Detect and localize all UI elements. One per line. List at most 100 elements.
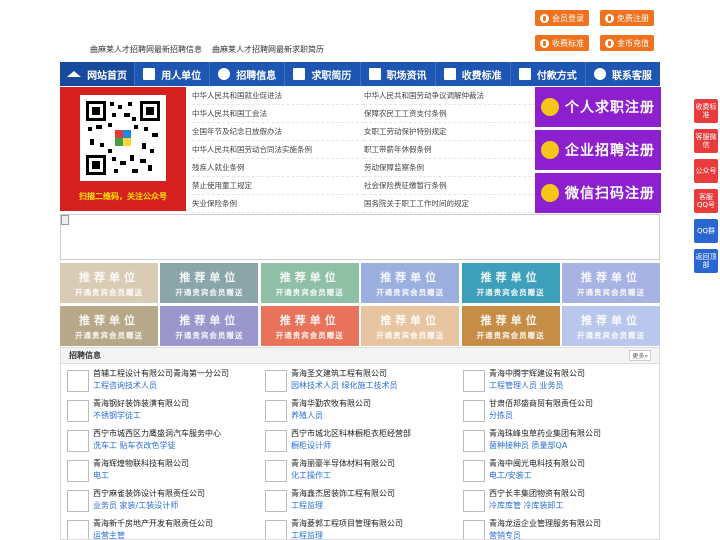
nav-employers[interactable]: 用人单位 [135, 62, 211, 86]
company-logo[interactable] [67, 370, 89, 392]
job-positions-link[interactable]: 工程监理 [291, 530, 461, 539]
company-name-link[interactable]: 青海丽豪半导体材料有限公司 [291, 458, 461, 470]
latest-jobs-link[interactable]: 曲麻莱人才招聘网最新招聘信息 [90, 44, 202, 55]
recommend-unit-tile[interactable]: 推荐单位 开通贵宾会员赠送 [260, 306, 359, 346]
company-name-link[interactable]: 青海中腾宇辉建设有限公司 [489, 368, 659, 380]
company-logo[interactable] [463, 520, 485, 539]
nav-payment[interactable]: 付款方式 [511, 62, 586, 86]
company-logo[interactable] [463, 460, 485, 482]
job-positions-link[interactable]: 工程管理人员 业务员 [489, 380, 659, 392]
company-name-link[interactable]: 甘肃佰邦盛商贸有限责任公司 [489, 398, 659, 410]
company-name-link[interactable]: 西宁市城西区力鹰盛洞汽车服务中心 [93, 428, 263, 440]
law-link[interactable]: 国务院关于职工工作时间的规定 [364, 195, 536, 213]
job-positions-link[interactable]: 分拣员 [489, 410, 659, 422]
side-bar-item[interactable]: 客服微信 [694, 129, 718, 153]
company-name-link[interactable]: 青海华勤农牧有限公司 [291, 398, 461, 410]
nav-jobs[interactable]: 招聘信息 [210, 62, 286, 86]
company-name-link[interactable]: 青海珠峰虫草药业集团有限公司 [489, 428, 659, 440]
recommend-unit-tile[interactable]: 推荐单位 开通贵宾会员赠送 [562, 263, 660, 303]
job-positions-link[interactable]: 工程咨询技术人员 [93, 380, 263, 392]
recommend-unit-tile[interactable]: 推荐单位 开通贵宾会员赠送 [160, 263, 259, 303]
side-bar-item[interactable]: QQ群 [694, 219, 718, 243]
company-logo[interactable] [463, 490, 485, 512]
job-positions-link[interactable]: 工程监理 [291, 500, 461, 512]
law-link[interactable]: 保障农民工工资支付条例 [364, 105, 536, 123]
nav-resumes[interactable]: 求职简历 [285, 62, 361, 86]
job-positions-link[interactable]: 电工/安装工 [489, 470, 659, 482]
ad-banner[interactable] [60, 214, 660, 260]
recommend-unit-tile[interactable]: 推荐单位 开通贵宾会员赠送 [60, 263, 158, 303]
company-logo[interactable] [265, 430, 287, 452]
job-positions-link[interactable]: 菌种接种员 质量部QA [489, 440, 659, 452]
company-logo[interactable] [463, 400, 485, 422]
side-bar-item[interactable]: 收费标准 [694, 99, 718, 123]
job-positions-link[interactable]: 业务员 家装/工装设计师 [93, 500, 263, 512]
recommend-unit-tile[interactable]: 推荐单位 开通贵宾会员赠送 [461, 306, 560, 346]
side-bar-item[interactable]: 公众号 [694, 159, 718, 183]
recommend-unit-tile[interactable]: 推荐单位 开通贵宾会员赠送 [361, 263, 460, 303]
company-logo[interactable] [67, 520, 89, 539]
company-name-link[interactable]: 青海龙运企业管理服务有限公司 [489, 518, 659, 530]
side-bar-item[interactable]: 返回顶部 [694, 249, 718, 273]
company-logo[interactable] [67, 430, 89, 452]
company-name-link[interactable]: 青海菱郭工程项目管理有限公司 [291, 518, 461, 530]
company-logo[interactable] [265, 460, 287, 482]
company-name-link[interactable]: 青海新千房地产开发有限责任公司 [93, 518, 263, 530]
company-logo[interactable] [265, 400, 287, 422]
side-bar-item[interactable]: 客服QQ号 [694, 189, 718, 213]
law-link[interactable]: 中华人民共和国劳动合同法实施条例 [192, 141, 364, 159]
law-link[interactable]: 禁止使用童工规定 [192, 177, 364, 195]
job-positions-link[interactable]: 化工操作工 [291, 470, 461, 482]
enterprise-register-button[interactable]: 企业招聘注册 [535, 130, 661, 170]
law-link[interactable]: 残疾人就业条例 [192, 159, 364, 177]
company-name-link[interactable]: 青海辉煌物联科技有限公司 [93, 458, 263, 470]
recommend-unit-tile[interactable]: 推荐单位 开通贵宾会员赠送 [60, 306, 158, 346]
recommend-unit-tile[interactable]: 推荐单位 开通贵宾会员赠送 [160, 306, 259, 346]
recommend-unit-tile[interactable]: 推荐单位 开通贵宾会员赠送 [461, 263, 560, 303]
job-positions-link[interactable]: 橱柜设计师 [291, 440, 461, 452]
company-logo[interactable] [463, 430, 485, 452]
wechat-register-button[interactable]: 微信扫码注册 [535, 173, 661, 213]
company-logo[interactable] [463, 370, 485, 392]
latest-resumes-link[interactable]: 曲麻莱人才招聘网最新求职简历 [212, 44, 324, 55]
company-name-link[interactable]: 青海中闽光电科技有限公司 [489, 458, 659, 470]
company-name-link[interactable]: 青海钢好装饰装潢有限公司 [93, 398, 263, 410]
job-positions-link[interactable]: 冷库库管 冷库装卸工 [489, 500, 659, 512]
job-positions-link[interactable]: 园林技术人员 绿化施工技术员 [291, 380, 461, 392]
job-positions-link[interactable]: 养殖人员 [291, 410, 461, 422]
law-link[interactable]: 中华人民共和国工会法 [192, 105, 364, 123]
pricing-button[interactable]: 收费标准 [535, 35, 589, 51]
law-link[interactable]: 社会保险费征缴暂行条例 [364, 177, 536, 195]
register-button[interactable]: 免费注册 [600, 10, 654, 26]
company-logo[interactable] [265, 370, 287, 392]
company-logo[interactable] [67, 490, 89, 512]
company-name-link[interactable]: 西宁麻雀装饰设计有限责任公司 [93, 488, 263, 500]
company-logo[interactable] [67, 400, 89, 422]
law-link[interactable]: 职工带薪年休假条例 [364, 141, 536, 159]
law-link[interactable]: 失业保险条例 [192, 195, 364, 213]
company-name-link[interactable]: 首辅工程设计有限公司青海第一分公司 [93, 368, 263, 380]
job-positions-link[interactable]: 不锈钢学徒工 [93, 410, 263, 422]
law-link[interactable]: 中华人民共和国劳动争议调解仲裁法 [364, 87, 536, 105]
job-positions-link[interactable]: 营销专员 [489, 530, 659, 539]
job-positions-link[interactable]: 运营主管 [93, 530, 263, 539]
company-logo[interactable] [265, 490, 287, 512]
job-positions-link[interactable]: 电工 [93, 470, 263, 482]
company-name-link[interactable]: 西宁长丰集团物资有限公司 [489, 488, 659, 500]
law-link[interactable]: 中华人民共和国就业促进法 [192, 87, 364, 105]
recommend-unit-tile[interactable]: 推荐单位 开通贵宾会员赠送 [361, 306, 460, 346]
law-link[interactable]: 女职工劳动保护特别规定 [364, 123, 536, 141]
recharge-button[interactable]: 金币充值 [600, 35, 654, 51]
nav-news[interactable]: 职场资讯 [361, 62, 436, 86]
nav-fees[interactable]: 收费标准 [436, 62, 511, 86]
law-link[interactable]: 全国年节及纪念日放假办法 [192, 123, 364, 141]
company-logo[interactable] [67, 460, 89, 482]
company-name-link[interactable]: 青海圣文建筑工程有限公司 [291, 368, 461, 380]
recommend-unit-tile[interactable]: 推荐单位 开通贵宾会员赠送 [260, 263, 359, 303]
login-button[interactable]: 会员登录 [535, 10, 589, 26]
company-name-link[interactable]: 青海鑫杰居装饰工程有限公司 [291, 488, 461, 500]
law-link[interactable]: 劳动保障监察条例 [364, 159, 536, 177]
personal-register-button[interactable]: 个人求职注册 [535, 87, 661, 127]
more-jobs-link[interactable]: 更多» [629, 350, 651, 361]
company-name-link[interactable]: 西宁市城北区科林橱柜衣柜经营部 [291, 428, 461, 440]
